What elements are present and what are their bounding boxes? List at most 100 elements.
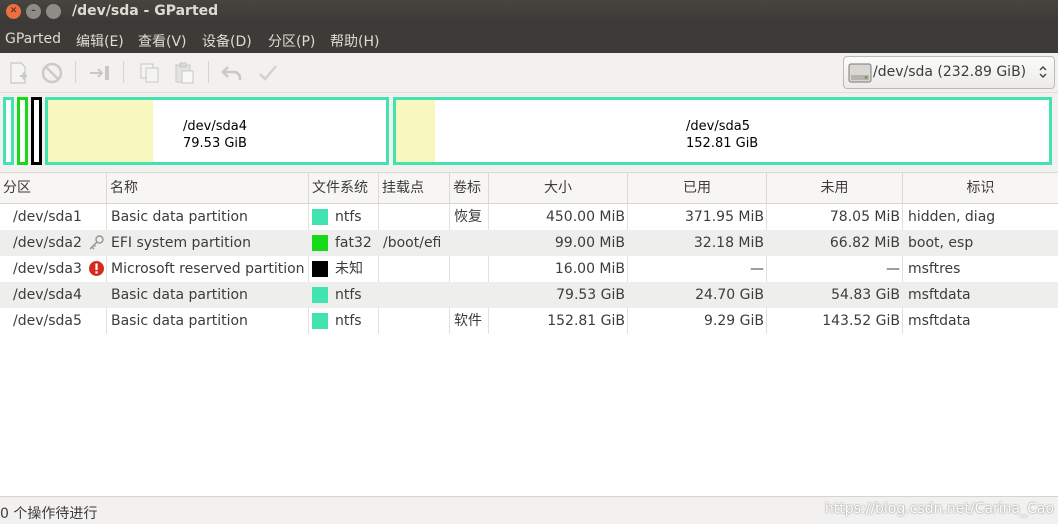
cell-name: Basic data partition bbox=[111, 209, 248, 225]
cell-filesystem: ntfs bbox=[335, 209, 362, 225]
cell-unused: 54.83 GiB bbox=[831, 287, 900, 303]
cell-flags: msftdata bbox=[908, 313, 971, 329]
cell-name: Basic data partition bbox=[111, 313, 248, 329]
cell-label bbox=[454, 230, 488, 256]
partition-block-sda3[interactable] bbox=[31, 97, 42, 165]
cell-unused: 66.82 MiB bbox=[829, 235, 900, 251]
partition-block-sda2[interactable] bbox=[17, 97, 28, 165]
title-bar: ✕ – /dev/sda - GParted bbox=[0, 0, 1058, 24]
column-header-flags[interactable]: 标识 bbox=[903, 173, 1058, 204]
partition-block-sda4[interactable]: /dev/sda4 79.53 GiB bbox=[45, 97, 389, 165]
undo-icon[interactable] bbox=[220, 61, 244, 85]
apply-icon[interactable] bbox=[256, 61, 280, 85]
menu-bar: GParted 编辑(E) 查看(V) 设备(D) 分区(P) 帮助(H) bbox=[0, 24, 1058, 53]
cell-filesystem: ntfs bbox=[335, 313, 362, 329]
cell-name: Microsoft reserved partition bbox=[111, 261, 305, 277]
cell-flags: hidden, diag bbox=[908, 209, 996, 225]
table-row[interactable]: /dev/sda4 Basic data partition ntfs 79.53 G… bbox=[0, 282, 1058, 308]
partition-name: /dev/sda4 bbox=[183, 119, 247, 134]
used-space-fill bbox=[48, 100, 153, 162]
table-row[interactable]: /dev/sda2 EFI system partition fat32/boot/… bbox=[0, 230, 1058, 256]
cell-label bbox=[454, 256, 488, 282]
minimize-window-button[interactable]: – bbox=[26, 4, 41, 19]
menu-view[interactable]: 查看(V) bbox=[138, 31, 187, 51]
partition-size: 152.81 GiB bbox=[686, 136, 759, 151]
cell-used: 32.18 MiB bbox=[693, 235, 764, 251]
cell-filesystem: 未知 bbox=[335, 261, 363, 277]
cell-partition: /dev/sda3 bbox=[13, 261, 82, 277]
cell-mountpoint bbox=[383, 282, 449, 308]
cell-label: 软件 bbox=[454, 313, 482, 329]
table-row[interactable]: /dev/sda1 Basic data partition ntfs 恢复 450.0… bbox=[0, 204, 1058, 230]
partition-visualizer: /dev/sda4 79.53 GiB /dev/sda5 152.81 GiB bbox=[0, 93, 1058, 172]
cell-label bbox=[454, 282, 488, 308]
menu-device[interactable]: 设备(D) bbox=[202, 31, 252, 51]
cell-size: 79.53 GiB bbox=[556, 287, 625, 303]
cell-partition: /dev/sda5 bbox=[13, 313, 82, 329]
maximize-window-button[interactable] bbox=[46, 4, 61, 19]
cell-unused: — bbox=[886, 261, 900, 277]
cell-mountpoint bbox=[383, 204, 449, 230]
menu-help[interactable]: 帮助(H) bbox=[330, 31, 379, 51]
delete-partition-icon[interactable] bbox=[40, 61, 64, 85]
new-partition-icon[interactable] bbox=[6, 61, 30, 85]
partition-block-sda1[interactable] bbox=[3, 97, 14, 165]
menu-edit[interactable]: 编辑(E) bbox=[76, 31, 124, 51]
paste-icon[interactable] bbox=[172, 61, 196, 85]
cell-filesystem: ntfs bbox=[335, 287, 362, 303]
column-header-unused[interactable]: 未用 bbox=[767, 173, 903, 204]
column-header-mountpoint[interactable]: 挂载点 bbox=[379, 173, 450, 204]
filesystem-color-swatch bbox=[312, 287, 328, 303]
pending-operations-text: 0 个操作待进行 bbox=[0, 506, 98, 522]
cell-partition: /dev/sda2 bbox=[13, 235, 82, 251]
partition-block-sda5[interactable]: /dev/sda5 152.81 GiB bbox=[393, 97, 1052, 165]
watermark-text: https://blog.csdn.net/Carina_Cao bbox=[824, 501, 1054, 517]
menu-gparted[interactable]: GParted bbox=[5, 31, 61, 47]
used-space-fill bbox=[396, 100, 436, 162]
cell-mountpoint: /boot/efi bbox=[383, 235, 442, 251]
hard-disk-icon bbox=[848, 63, 872, 83]
cell-used: 24.70 GiB bbox=[695, 287, 764, 303]
key-icon bbox=[89, 235, 104, 250]
copy-icon[interactable] bbox=[138, 61, 162, 85]
cell-name: EFI system partition bbox=[111, 235, 251, 251]
column-header-size[interactable]: 大小 bbox=[489, 173, 628, 204]
cell-flags: msftdata bbox=[908, 287, 971, 303]
filesystem-color-swatch bbox=[312, 261, 328, 277]
cell-size: 16.00 MiB bbox=[554, 261, 625, 277]
cell-name: Basic data partition bbox=[111, 287, 248, 303]
column-header-filesystem[interactable]: 文件系统 bbox=[309, 173, 379, 204]
table-row[interactable]: /dev/sda3 Microsoft reserved partition 未知 1… bbox=[0, 256, 1058, 282]
cell-flags: boot, esp bbox=[908, 235, 974, 251]
resize-move-icon[interactable] bbox=[88, 61, 112, 85]
cell-size: 99.00 MiB bbox=[554, 235, 625, 251]
toolbar-separator bbox=[75, 61, 76, 83]
error-icon bbox=[89, 261, 104, 276]
column-header-used[interactable]: 已用 bbox=[628, 173, 767, 204]
cell-mountpoint bbox=[383, 308, 449, 334]
status-bar: 0 个操作待进行 https://blog.csdn.net/Carina_Ca… bbox=[0, 496, 1058, 524]
cell-filesystem: fat32 bbox=[335, 235, 372, 251]
partition-size: 79.53 GiB bbox=[183, 136, 247, 151]
column-header-label[interactable]: 卷标 bbox=[450, 173, 489, 204]
column-header-name[interactable]: 名称 bbox=[107, 173, 309, 204]
cell-used: 9.29 GiB bbox=[704, 313, 764, 329]
cell-unused: 143.52 GiB bbox=[822, 313, 900, 329]
partition-name: /dev/sda5 bbox=[686, 119, 750, 134]
column-header-partition[interactable]: 分区 bbox=[0, 173, 107, 204]
filesystem-color-swatch bbox=[312, 209, 328, 225]
menu-partition[interactable]: 分区(P) bbox=[268, 31, 315, 51]
cell-unused: 78.05 MiB bbox=[829, 209, 900, 225]
device-label: /dev/sda (232.89 GiB) bbox=[873, 64, 1027, 80]
cell-flags: msftres bbox=[908, 261, 961, 277]
filesystem-color-swatch bbox=[312, 235, 328, 251]
device-selector[interactable]: /dev/sda (232.89 GiB) bbox=[843, 56, 1055, 89]
close-window-button[interactable]: ✕ bbox=[6, 4, 21, 19]
cell-label: 恢复 bbox=[454, 209, 482, 225]
cell-partition: /dev/sda4 bbox=[13, 287, 82, 303]
cell-size: 450.00 MiB bbox=[545, 209, 625, 225]
chevron-updown-icon bbox=[1039, 66, 1047, 78]
table-row[interactable]: /dev/sda5 Basic data partition ntfs 软件 152.8… bbox=[0, 308, 1058, 334]
table-header: 分区 名称 文件系统 挂载点 卷标 大小 已用 未用 标识 bbox=[0, 172, 1058, 204]
filesystem-color-swatch bbox=[312, 313, 328, 329]
